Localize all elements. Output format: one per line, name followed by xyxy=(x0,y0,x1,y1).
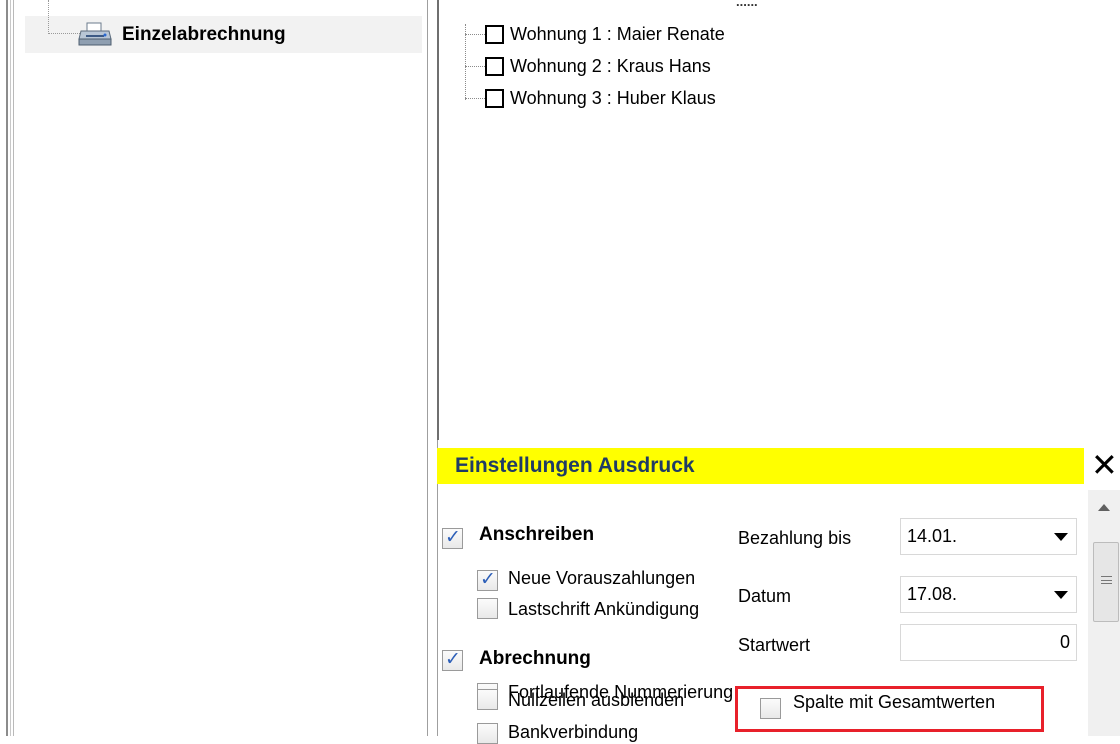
datum-dropdown[interactable]: 17.08. xyxy=(900,576,1077,613)
neue-vorauszahlungen-checkbox[interactable] xyxy=(477,568,498,591)
bankverbindung-checkbox[interactable] xyxy=(477,723,498,744)
abrechnung-checkbox[interactable] xyxy=(442,648,463,671)
apartment-item[interactable]: Wohnung 3 : Huber Klaus xyxy=(465,85,716,111)
bezahlung-bis-label: Bezahlung bis xyxy=(738,528,852,548)
apartment-checkbox[interactable] xyxy=(485,24,504,44)
nav-item-einzelabrechnung[interactable]: Einzelabrechnung xyxy=(25,0,422,53)
apartment-tree: ...... Wohnung 1 : Maier Renate Wohnung … xyxy=(441,0,1093,440)
abrechnung-label: Abrechnung xyxy=(479,648,591,669)
print-settings-panel: Einstellungen Ausdruck ✕ Anschreiben Neu… xyxy=(437,440,1120,744)
scroll-up-icon[interactable] xyxy=(1098,504,1110,511)
nullzeilen-checkbox[interactable] xyxy=(477,689,498,710)
anschreiben-checkbox[interactable] xyxy=(442,526,463,549)
anschreiben-label: Anschreiben xyxy=(479,524,595,545)
nullzeilen-label: Nullzeilen ausblenden xyxy=(508,690,685,710)
bezahlung-bis-dropdown[interactable]: 14.01. xyxy=(900,518,1077,555)
chevron-down-icon xyxy=(1054,533,1068,541)
startwert-value: 0 xyxy=(1059,632,1070,652)
spalte-gesamtwerten-checkbox[interactable] xyxy=(760,698,781,719)
lastschrift-label: Lastschrift Ankündigung xyxy=(508,599,700,619)
vertical-scrollbar[interactable] xyxy=(1088,490,1120,736)
nav-item-label: Einzelabrechnung xyxy=(122,24,286,45)
apartment-label: Wohnung 2 : Kraus Hans xyxy=(510,55,711,76)
startwert-label: Startwert xyxy=(738,635,811,655)
apartment-label: Wohnung 3 : Huber Klaus xyxy=(510,87,716,108)
spalte-gesamtwerten-label: Spalte mit Gesamtwerten xyxy=(793,692,996,712)
apartment-label: Wohnung 1 : Maier Renate xyxy=(510,23,725,44)
window-frame-left xyxy=(0,0,14,736)
bankverbindung-label: Bankverbindung xyxy=(508,722,639,742)
bezahlung-bis-value: 14.01. xyxy=(907,526,958,546)
apartment-checkbox[interactable] xyxy=(485,88,504,108)
neue-vorauszahlungen-label: Neue Vorauszahlungen xyxy=(508,568,696,588)
scrollbar-thumb[interactable] xyxy=(1093,542,1119,622)
tree-connector xyxy=(48,0,80,34)
chevron-down-icon xyxy=(1054,591,1068,599)
printer-icon xyxy=(78,22,112,46)
lastschrift-checkbox[interactable] xyxy=(477,598,498,619)
startwert-input[interactable]: 0 xyxy=(900,624,1077,661)
datum-label: Datum xyxy=(738,586,792,606)
close-icon[interactable]: ✕ xyxy=(1091,449,1120,481)
column-header: ...... xyxy=(736,0,758,9)
panel-title: Einstellungen Ausdruck xyxy=(437,448,1084,484)
apartment-checkbox[interactable] xyxy=(485,56,504,76)
apartment-item[interactable]: Wohnung 1 : Maier Renate xyxy=(465,21,725,47)
datum-value: 17.08. xyxy=(907,584,958,604)
navigation-tree: Einzelabrechnung xyxy=(15,0,423,736)
apartment-item[interactable]: Wohnung 2 : Kraus Hans xyxy=(465,53,711,79)
